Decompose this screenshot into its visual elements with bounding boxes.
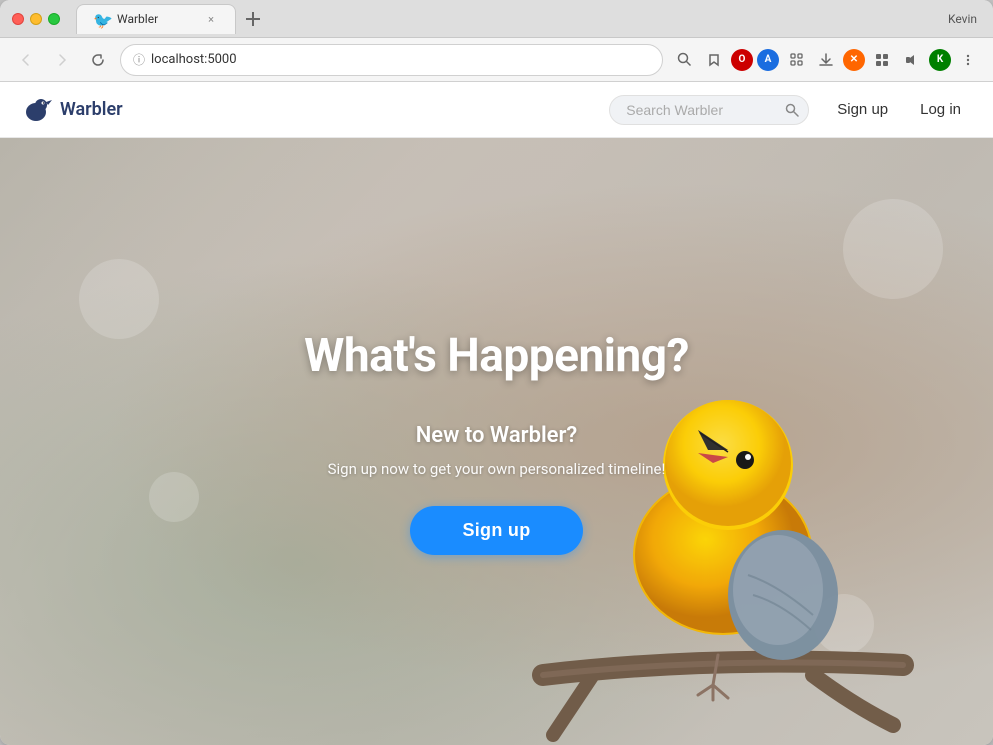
close-button[interactable] (12, 13, 24, 25)
profile-icon[interactable]: K (929, 49, 951, 71)
audio-icon[interactable] (899, 47, 925, 73)
title-bar-user: Kevin (948, 12, 977, 26)
bokeh-2 (149, 472, 199, 522)
browser-tab[interactable]: 🐦 Warbler × (76, 4, 236, 34)
hero-content: What's Happening? New to Warbler? Sign u… (304, 329, 689, 555)
traffic-lights (12, 13, 60, 25)
address-security-icon: ⓘ (133, 51, 145, 68)
new-tab-button[interactable] (240, 6, 266, 32)
more-icon[interactable] (955, 47, 981, 73)
nav-icons-right: O A ✕ K (671, 47, 981, 73)
app-content: Warbler Sign up Log in (0, 82, 993, 745)
tab-close-icon[interactable]: × (203, 11, 219, 27)
hero-section: What's Happening? New to Warbler? Sign u… (0, 138, 993, 745)
forward-button[interactable] (48, 46, 76, 74)
bookmark-nav-icon[interactable] (701, 47, 727, 73)
search-icon (785, 103, 799, 117)
maximize-button[interactable] (48, 13, 60, 25)
opera-icon[interactable]: O (731, 49, 753, 71)
browser-frame: 🐦 Warbler × Kevin ⓘ localhost:5000 (0, 0, 993, 745)
nav-login-button[interactable]: Log in (908, 95, 973, 124)
app-logo-text: Warbler (60, 99, 123, 120)
adblock-icon[interactable]: A (757, 49, 779, 71)
nav-bar: ⓘ localhost:5000 O A ✕ (0, 38, 993, 82)
address-text: localhost:5000 (151, 52, 650, 67)
back-button[interactable] (12, 46, 40, 74)
nav-signup-button[interactable]: Sign up (825, 95, 900, 124)
search-container (609, 95, 809, 125)
tab-area: 🐦 Warbler × (76, 4, 981, 34)
grid-icon[interactable] (869, 47, 895, 73)
hero-title: What's Happening? (304, 329, 689, 383)
hero-subtitle: New to Warbler? (304, 423, 689, 448)
app-logo[interactable]: Warbler (20, 94, 123, 126)
extensions-icon[interactable] (783, 47, 809, 73)
search-input[interactable] (609, 95, 809, 125)
hero-description: Sign up now to get your own personalized… (304, 460, 689, 478)
x-icon[interactable]: ✕ (843, 49, 865, 71)
app-logo-icon (20, 94, 52, 126)
app-navbar: Warbler Sign up Log in (0, 82, 993, 138)
address-bar[interactable]: ⓘ localhost:5000 (120, 44, 663, 76)
search-nav-icon[interactable] (671, 47, 697, 73)
auth-buttons: Sign up Log in (825, 95, 973, 124)
title-bar: 🐦 Warbler × Kevin (0, 0, 993, 38)
hero-signup-button[interactable]: Sign up (410, 506, 582, 555)
refresh-button[interactable] (84, 46, 112, 74)
download-icon[interactable] (813, 47, 839, 73)
tab-favicon: 🐦 (93, 11, 109, 27)
minimize-button[interactable] (30, 13, 42, 25)
search-button[interactable] (785, 103, 799, 117)
tab-title: Warbler (117, 12, 195, 26)
